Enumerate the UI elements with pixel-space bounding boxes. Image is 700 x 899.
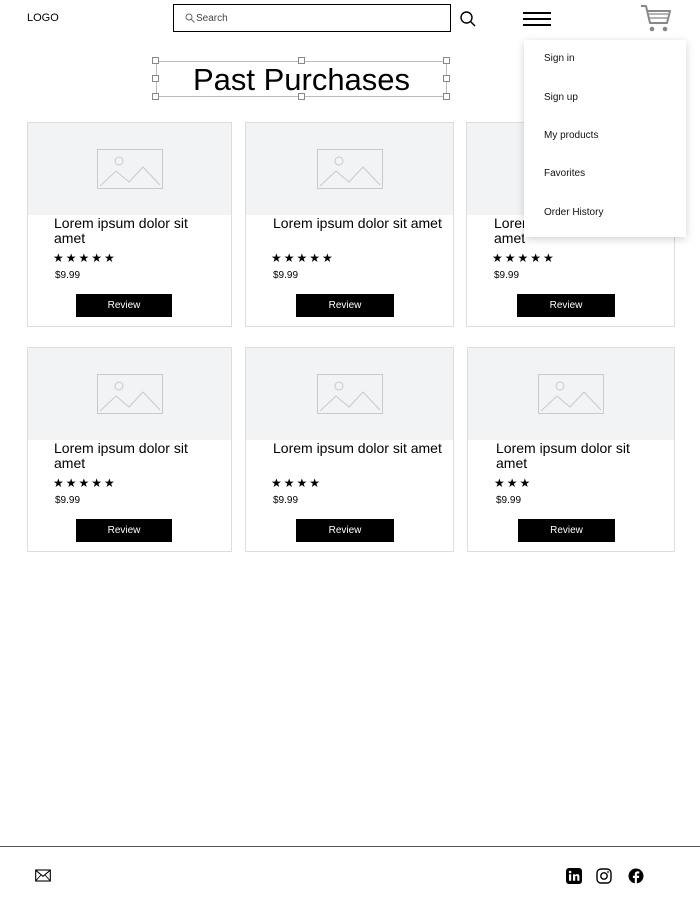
product-title: Lorem ipsum dolor sit amet [496, 440, 630, 471]
product-image-placeholder [246, 123, 453, 215]
product-title: Lorem ipsum dolor sit amet [54, 440, 188, 471]
product-rating-stars: ★★★★★ [53, 476, 117, 490]
instagram-icon[interactable] [596, 868, 612, 884]
product-card[interactable]: Lorem ipsum dolor sit amet ★★★★ $9.99 Re… [245, 347, 454, 552]
hamburger-menu-icon[interactable] [523, 10, 551, 26]
resize-handle[interactable] [443, 57, 450, 64]
product-rating-stars: ★★★★ [271, 476, 323, 490]
product-price: $9.99 [494, 270, 520, 281]
page-title-box: Past Purchases [156, 61, 447, 97]
image-icon [96, 149, 163, 189]
image-icon [538, 374, 604, 414]
review-button[interactable]: Review [296, 294, 394, 317]
resize-handle[interactable] [152, 93, 159, 100]
review-button[interactable]: Review [517, 294, 615, 317]
linkedin-icon[interactable] [566, 868, 582, 884]
footer [0, 846, 700, 899]
menu-item-order-history[interactable]: Order History [544, 207, 603, 218]
product-card[interactable]: Lorem ipsum dolor sit amet ★★★★★ $9.99 R… [27, 347, 232, 552]
menu-item-favorites[interactable]: Favorites [544, 168, 585, 179]
logo[interactable]: LOGO [27, 12, 59, 24]
product-price: $9.99 [273, 495, 299, 506]
product-image-placeholder [28, 123, 231, 215]
resize-handle[interactable] [152, 57, 159, 64]
review-button[interactable]: Review [76, 519, 172, 542]
image-icon [316, 374, 383, 414]
product-image-placeholder [246, 348, 453, 440]
resize-handle[interactable] [443, 93, 450, 100]
product-card[interactable]: Lorem ipsum dolor sit amet ★★★★★ $9.99 R… [27, 122, 232, 327]
product-rating-stars: ★★★★★ [53, 251, 117, 265]
menu-item-sign-up[interactable]: Sign up [544, 92, 578, 103]
product-image-placeholder [468, 348, 674, 440]
product-price: $9.99 [55, 270, 81, 281]
image-icon [96, 374, 163, 414]
shopping-cart-icon[interactable] [640, 3, 672, 33]
image-icon [316, 149, 383, 189]
account-dropdown-menu: Sign in Sign up My products Favorites Or… [524, 40, 686, 237]
product-card[interactable]: Lorem ipsum dolor sit amet ★★★★★ $9.99 R… [245, 122, 454, 327]
product-image-placeholder [28, 348, 231, 440]
menu-item-my-products[interactable]: My products [544, 130, 598, 141]
page-title: Past Purchases [192, 62, 411, 97]
search-button-icon[interactable] [458, 9, 478, 29]
product-title: Lorem ipsum dolor sit amet [273, 440, 442, 456]
resize-handle[interactable] [298, 93, 305, 100]
review-button[interactable]: Review [76, 294, 172, 317]
product-price: $9.99 [496, 495, 522, 506]
facebook-icon[interactable] [628, 868, 644, 884]
search-icon [185, 13, 195, 23]
resize-handle[interactable] [298, 57, 305, 64]
product-rating-stars: ★★★★★ [492, 251, 556, 265]
product-price: $9.99 [55, 495, 81, 506]
mail-icon[interactable] [35, 869, 51, 883]
review-button[interactable]: Review [296, 519, 394, 542]
product-card[interactable]: Lorem ipsum dolor sit amet ★★★ $9.99 Rev… [467, 347, 675, 552]
search-input[interactable] [196, 10, 436, 26]
product-rating-stars: ★★★★★ [271, 251, 335, 265]
menu-item-sign-in[interactable]: Sign in [544, 53, 575, 64]
product-title: Lorem ipsum dolor sit amet [54, 215, 188, 246]
product-rating-stars: ★★★ [494, 476, 533, 490]
resize-handle[interactable] [152, 75, 159, 82]
search-bar[interactable] [173, 4, 451, 32]
resize-handle[interactable] [443, 75, 450, 82]
product-price: $9.99 [273, 270, 299, 281]
review-button[interactable]: Review [518, 519, 615, 542]
product-title: Lorem ipsum dolor sit amet [273, 215, 442, 231]
